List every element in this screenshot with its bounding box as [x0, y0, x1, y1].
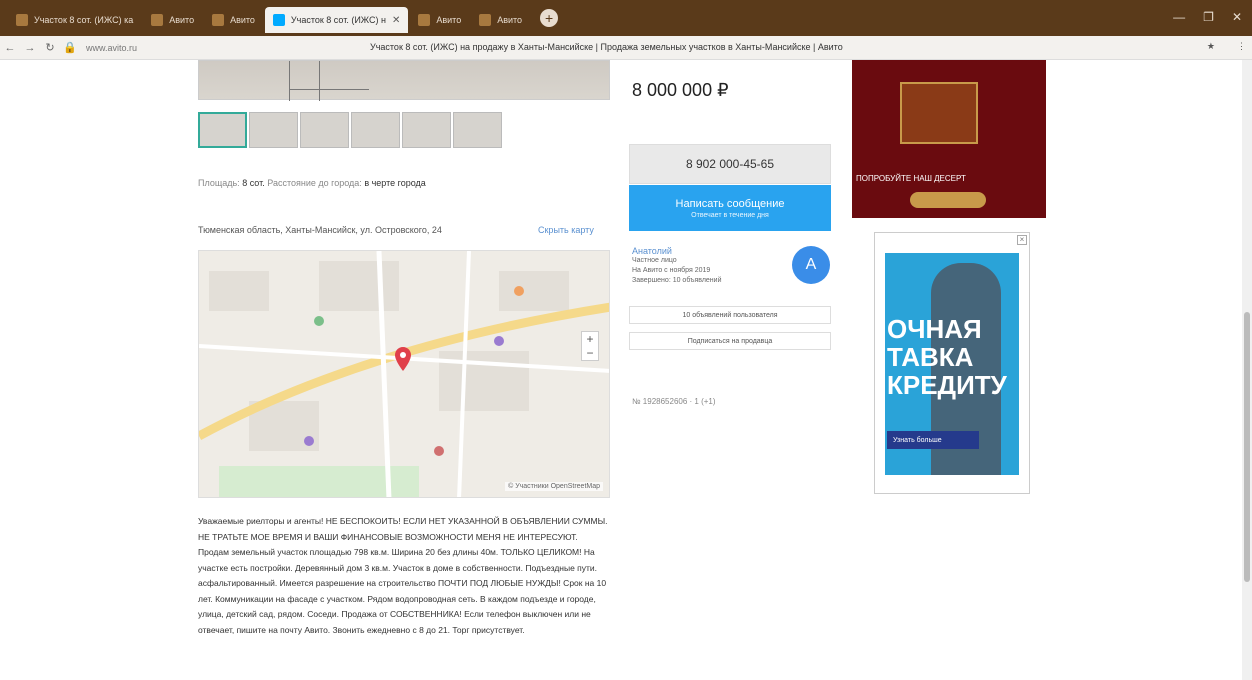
- favicon-icon: [151, 14, 164, 26]
- ad-close-icon[interactable]: ×: [1017, 235, 1027, 245]
- browser-tab-active[interactable]: Участок 8 сот. (ИЖС) н ✕: [264, 7, 409, 33]
- new-tab-button[interactable]: +: [540, 9, 559, 27]
- photo-thumbnail[interactable]: [198, 112, 247, 148]
- param-label: Расстояние до города:: [267, 178, 362, 188]
- page-scrollbar[interactable]: [1242, 60, 1252, 680]
- seller-other-ads-button[interactable]: 10 объявлений пользователя: [629, 306, 831, 324]
- map-zoom-controls: + −: [581, 331, 599, 361]
- photo-thumbnail[interactable]: [300, 112, 349, 148]
- forward-icon[interactable]: →: [20, 42, 40, 54]
- listing-description: Уважаемые риелторы и агенты! НЕ БЕСПОКОИ…: [198, 516, 608, 635]
- seller-ads-count: Завершено: 10 объявлений: [632, 277, 722, 284]
- favicon-icon: [212, 14, 225, 26]
- lock-icon: 🔒: [63, 42, 77, 54]
- menu-icon[interactable]: ⋮: [1237, 41, 1246, 52]
- address-bar: ← → ↻ 🔒 www.avito.ru Участок 8 сот. (ИЖС…: [0, 36, 1252, 60]
- param-label: Площадь:: [198, 178, 240, 188]
- toggle-map-link[interactable]: Скрыть карту: [538, 225, 594, 235]
- photo-thumbnails: [198, 112, 502, 148]
- url-domain[interactable]: www.avito.ru: [86, 43, 137, 53]
- browser-tab[interactable]: Авито: [410, 7, 469, 33]
- ad-banner-headline: ОЧНАЯ ТАВКА КРЕДИТУ: [887, 314, 1007, 400]
- write-message-label: Написать сообщение: [675, 197, 785, 210]
- photo-thumbnail[interactable]: [453, 112, 502, 148]
- close-tab-icon[interactable]: ✕: [392, 15, 400, 26]
- map-canvas: [199, 251, 609, 497]
- browser-tab[interactable]: Авито: [204, 7, 263, 33]
- browser-tab[interactable]: Участок 8 сот. (ИЖС) ка: [8, 7, 141, 33]
- back-icon[interactable]: ←: [0, 42, 20, 54]
- listing-main-photo[interactable]: [198, 60, 610, 101]
- ad-banner-image: ОЧНАЯ ТАВКА КРЕДИТУ Узнать больше: [885, 253, 1019, 475]
- seller-type: Частное лицо: [632, 257, 677, 264]
- favicon-icon: [16, 14, 28, 26]
- param-value: 8 сот.: [242, 178, 265, 188]
- favicon-icon: [272, 14, 285, 26]
- zoom-out-button[interactable]: −: [582, 346, 598, 360]
- window-controls: — ❐ ✕: [1173, 10, 1242, 24]
- write-message-button[interactable]: Написать сообщение Отвечает в течение дн…: [629, 185, 831, 231]
- minimize-button[interactable]: —: [1173, 10, 1185, 24]
- ad-banner-text: ПОПРОБУЙТЕ НАШ ДЕСЕРТ: [856, 174, 966, 183]
- reload-icon[interactable]: ↻: [40, 41, 60, 54]
- address-bar-actions: ★ ⋮: [1207, 41, 1246, 52]
- seller-name-link[interactable]: Анатолий: [632, 246, 722, 256]
- seller-avatar[interactable]: А: [792, 246, 830, 284]
- ad-banner-dessert[interactable]: ПОПРОБУЙТЕ НАШ ДЕСЕРТ: [852, 60, 1046, 218]
- location-map[interactable]: + − © Участники OpenStreetMap: [198, 250, 610, 498]
- photo-thumbnail[interactable]: [402, 112, 451, 148]
- subscribe-seller-button[interactable]: Подписаться на продавца: [629, 332, 831, 350]
- location-pin-icon: [395, 347, 411, 371]
- bookmark-icon[interactable]: ★: [1207, 41, 1215, 52]
- maximize-button[interactable]: ❐: [1203, 10, 1214, 24]
- zoom-in-button[interactable]: +: [582, 332, 598, 346]
- favicon-icon: [479, 14, 492, 26]
- browser-tab[interactable]: Авито: [471, 7, 530, 33]
- listing-id: № 1928652606 · 1 (+1): [632, 397, 716, 406]
- scrollbar-thumb[interactable]: [1244, 312, 1250, 582]
- page-title: Участок 8 сот. (ИЖС) на продажу в Ханты-…: [370, 42, 843, 52]
- seller-info: Анатолий Частное лицо На Авито с ноября …: [632, 246, 722, 286]
- show-phone-button[interactable]: 8 902 000-45-65: [629, 144, 831, 184]
- listing-price: 8 000 000 ₽: [632, 80, 729, 100]
- write-message-sublabel: Отвечает в течение дня: [691, 211, 769, 219]
- photo-thumbnail[interactable]: [249, 112, 298, 148]
- browser-tab-strip: Участок 8 сот. (ИЖС) ка Авито Авито Учас…: [0, 0, 1252, 36]
- ad-banner-credit[interactable]: × ОЧНАЯ ТАВКА КРЕДИТУ Узнать больше: [874, 232, 1030, 494]
- ad-banner-cta[interactable]: Узнать больше: [887, 431, 979, 449]
- map-copyright: © Участники OpenStreetMap: [505, 482, 603, 491]
- browser-tab[interactable]: Авито: [143, 7, 202, 33]
- ad-banner-button[interactable]: [910, 192, 986, 208]
- page-content: Площадь: 8 сот. Расстояние до города: в …: [0, 60, 1252, 680]
- listing-address: Тюменская область, Ханты-Мансийск, ул. О…: [198, 225, 442, 235]
- close-window-button[interactable]: ✕: [1232, 10, 1242, 24]
- favicon-icon: [418, 14, 431, 26]
- seller-since: На Авито с ноября 2019: [632, 267, 711, 274]
- param-value: в черте города: [364, 178, 426, 188]
- listing-params: Площадь: 8 сот. Расстояние до города: в …: [198, 178, 426, 188]
- photo-thumbnail[interactable]: [351, 112, 400, 148]
- ad-product-image: [900, 82, 978, 144]
